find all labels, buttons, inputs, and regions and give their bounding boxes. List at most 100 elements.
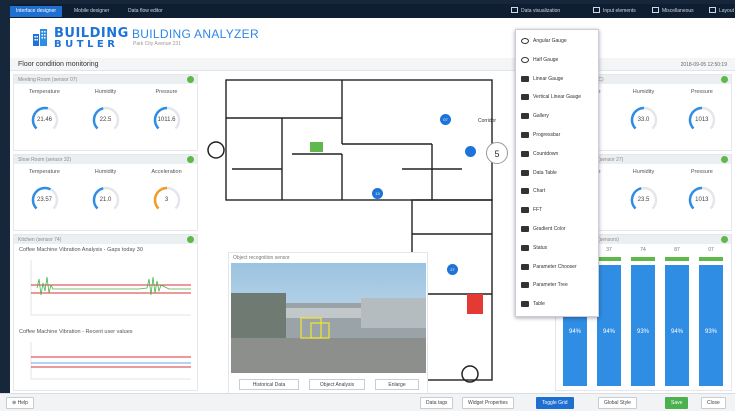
menu-item-gallery[interactable]: Gallery bbox=[516, 109, 600, 123]
sensor-count-badge[interactable]: 5 bbox=[486, 142, 508, 164]
menu-item-countdown[interactable]: Countdown bbox=[516, 147, 600, 161]
gauge-label: Pressure bbox=[690, 89, 713, 95]
menu-item-chart[interactable]: Chart bbox=[516, 184, 600, 198]
gradient-color-icon bbox=[521, 226, 529, 232]
panel-camera[interactable]: Object recognition sensor Historical Dat… bbox=[228, 252, 428, 394]
menu-item-label: Parameter Chooser bbox=[533, 263, 577, 270]
sensor-marker[interactable]: 27 bbox=[447, 264, 458, 275]
chart-icon bbox=[511, 7, 518, 13]
occupancy-bar[interactable] bbox=[597, 265, 621, 386]
status-icon bbox=[521, 244, 529, 251]
layout-icon bbox=[709, 7, 716, 13]
menu-item-label: Parameter Tree bbox=[533, 282, 568, 289]
panel-title: Meeting Room (sensor 07) bbox=[14, 75, 197, 84]
save-button[interactable]: Save bbox=[665, 397, 689, 409]
occupancy-bar[interactable] bbox=[631, 265, 655, 386]
menu-item-angular-gauge[interactable]: Angular Gauge bbox=[516, 34, 600, 48]
gauge-label: Humidity bbox=[94, 169, 117, 175]
menu-item-parameter-chooser[interactable]: Parameter Chooser bbox=[516, 260, 600, 274]
gauge-value: 1013 bbox=[695, 197, 709, 203]
menu-item-label: Data Table bbox=[533, 169, 557, 176]
global-style-button[interactable]: Global Style bbox=[598, 397, 637, 409]
status-ok-icon bbox=[721, 156, 728, 163]
tab-interface-designer[interactable]: Interface designer bbox=[10, 6, 63, 17]
footer-toolbar: ⊕ Help Data tags Widget Properties Toggl… bbox=[0, 393, 735, 411]
sensor-marker[interactable] bbox=[465, 146, 476, 157]
alert-room bbox=[467, 294, 483, 314]
bar-value: 93% bbox=[636, 329, 649, 335]
data-table-icon bbox=[521, 169, 529, 176]
menu-item-half-gauge[interactable]: Half Gauge bbox=[516, 53, 600, 67]
menu-item-data-table[interactable]: Data Table bbox=[516, 166, 600, 180]
recent-values-chart[interactable] bbox=[19, 337, 194, 387]
occupancy-bar[interactable] bbox=[699, 265, 723, 386]
toggle-grid-button[interactable]: Toggle Grid bbox=[536, 397, 574, 409]
status-ok-icon bbox=[187, 76, 194, 83]
menu-data-visualization[interactable]: Data visualization bbox=[511, 6, 560, 17]
data-tags-button[interactable]: Data tags bbox=[420, 397, 454, 409]
half-gauge-icon bbox=[521, 56, 529, 63]
menu-item-label: Vertical Linear Gauge bbox=[533, 94, 582, 101]
countdown-icon bbox=[521, 150, 529, 157]
gauge-value: 23.5 bbox=[637, 197, 650, 203]
gauge-label: Pressure bbox=[155, 89, 178, 95]
vertical-linear-gauge-icon bbox=[521, 94, 529, 101]
status-ok-icon bbox=[187, 156, 194, 163]
bar-value: 94% bbox=[670, 329, 683, 335]
menu-item-status[interactable]: Status bbox=[516, 241, 600, 255]
menu-item-vertical-linear-gauge[interactable]: Vertical Linear Gauge bbox=[516, 90, 600, 104]
menu-layout[interactable]: Layout bbox=[709, 6, 734, 17]
enlarge-button[interactable]: Enlarge bbox=[375, 379, 419, 390]
menu-item-label: FFT bbox=[533, 207, 543, 214]
parameter-tree-icon bbox=[521, 282, 529, 289]
bar-sensor-label: 87 bbox=[674, 247, 680, 253]
menu-miscellaneous[interactable]: Miscellaneous bbox=[652, 6, 694, 17]
menu-item-parameter-tree[interactable]: Parameter Tree bbox=[516, 278, 600, 292]
gauge-value: 22.5 bbox=[99, 117, 112, 123]
object-analysis-button[interactable]: Object Analysis bbox=[309, 379, 365, 390]
gauge-label: Acceleration bbox=[151, 169, 182, 175]
bar-status-indicator bbox=[665, 257, 689, 261]
panel-shoe-room[interactable]: Shoe Room (sensor 32) Temperature 23.57 Hu… bbox=[13, 154, 198, 231]
widget-properties-button[interactable]: Widget Properties bbox=[462, 397, 514, 409]
menu-item-label: Angular Gauge bbox=[533, 38, 567, 44]
tab-mobile-designer[interactable]: Mobile designer bbox=[68, 6, 115, 17]
menu-input-elements[interactable]: Input elements bbox=[593, 6, 636, 17]
menu-label: Data visualization bbox=[521, 8, 561, 14]
vibration-chart[interactable] bbox=[19, 255, 194, 325]
bar-sensor-label: 07 bbox=[708, 247, 714, 253]
tab-data-flow-editor[interactable]: Data flow editor bbox=[122, 6, 169, 17]
gauge-label: Humidity bbox=[632, 89, 655, 95]
help-button[interactable]: ⊕ Help bbox=[6, 397, 34, 409]
menu-item-table[interactable]: Table bbox=[516, 297, 600, 311]
menu-item-gradient-color[interactable]: Gradient Color bbox=[516, 222, 600, 236]
bar-value: 93% bbox=[704, 329, 717, 335]
panel-kitchen[interactable]: Kitchen (sensor 74) Coffee Machine Vibra… bbox=[13, 234, 198, 391]
historical-data-button[interactable]: Historical Data bbox=[239, 379, 299, 390]
sensor-marker[interactable]: 13 bbox=[372, 188, 383, 199]
status-ok-icon bbox=[721, 76, 728, 83]
sensor-marker[interactable]: 07 bbox=[440, 114, 451, 125]
gauge-value: 23.57 bbox=[36, 197, 52, 203]
close-button[interactable]: Close bbox=[701, 397, 726, 409]
camera-title: Object recognition sensor bbox=[233, 255, 290, 261]
bar-status-indicator bbox=[631, 257, 655, 261]
occupancy-bar[interactable] bbox=[665, 265, 689, 386]
menu-item-progressbar[interactable]: Progressbar bbox=[516, 128, 600, 142]
gauge-value: 3 bbox=[164, 197, 169, 203]
panel-meeting-room[interactable]: Meeting Room (sensor 07) Temperature 21.4… bbox=[13, 74, 198, 151]
menu-item-fft[interactable]: FFT bbox=[516, 203, 600, 217]
menu-item-linear-gauge[interactable]: Linear Gauge bbox=[516, 72, 600, 86]
page-title: Floor condition monitoring bbox=[18, 61, 99, 68]
table-icon bbox=[521, 301, 529, 308]
app-subtitle: Park City Avenue 231 bbox=[133, 41, 181, 47]
progressbar-icon bbox=[521, 132, 529, 138]
menu-item-label: Gradient Color bbox=[533, 226, 566, 232]
top-tab-bar: Interface designer Mobile designer Data … bbox=[10, 4, 735, 18]
status-ok-icon bbox=[721, 236, 728, 243]
app-frame: Interface designer Mobile designer Data … bbox=[0, 0, 735, 411]
gauge-label: Pressure bbox=[690, 169, 713, 175]
panel-title: Kitchen (sensor 74) bbox=[14, 235, 197, 244]
gauge-label: Temperature bbox=[29, 169, 60, 175]
gauge-value: 21.46 bbox=[36, 117, 52, 123]
